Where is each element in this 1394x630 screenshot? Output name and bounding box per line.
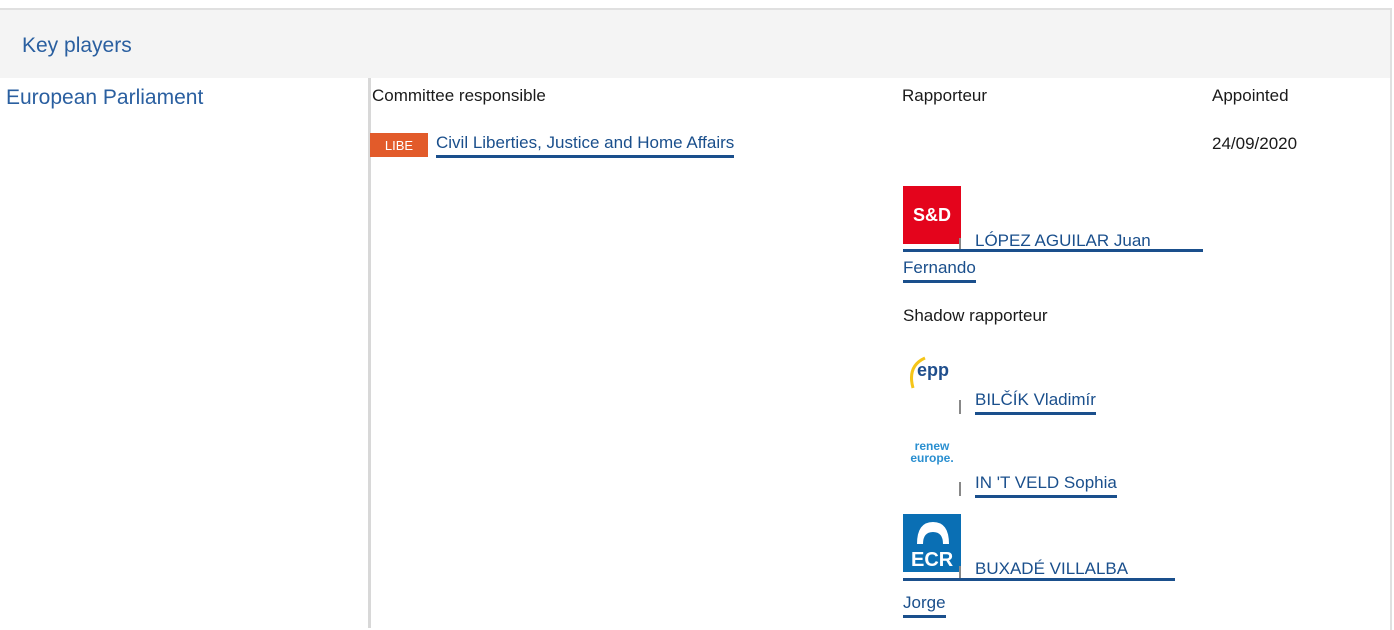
key-players-panel	[0, 8, 1392, 630]
logo-divider	[959, 482, 961, 496]
ecr-logo-text: ECR	[911, 549, 954, 571]
shadow-link-buxade-line2[interactable]: Jorge	[903, 593, 946, 618]
sd-group-logo: S&D	[903, 186, 961, 244]
shadow-link-in-t-veld[interactable]: IN 'T VELD Sophia	[975, 473, 1117, 498]
shadow-rapporteur-label: Shadow rapporteur	[903, 306, 1048, 325]
committee-link[interactable]: Civil Liberties, Justice and Home Affair…	[436, 133, 735, 158]
ecr-logo-icon: ECR	[911, 522, 954, 571]
renew-group-logo: renew europe.	[903, 430, 961, 488]
ecr-group-logo: ECR	[903, 514, 961, 572]
key-players-header: Key players	[0, 10, 1390, 78]
column-divider	[368, 78, 371, 628]
shadow-link-buxade-underline	[903, 578, 1175, 581]
renew-logo-line2: europe.	[910, 451, 954, 465]
epp-logo-text: epp	[917, 360, 949, 380]
rapporteur-link-underline	[903, 249, 1203, 252]
rapporteur-link-line2[interactable]: Fernando	[903, 258, 976, 283]
committee-code-badge: LIBE	[370, 133, 428, 157]
institution-label: European Parliament	[6, 86, 204, 109]
section-title: Key players	[22, 34, 132, 57]
rapporteur-column-header: Rapporteur	[902, 86, 988, 105]
shadow-link-buxade[interactable]: BUXADÉ VILLALBA	[975, 559, 1128, 578]
appointed-date: 24/09/2020	[1212, 134, 1298, 153]
appointed-column-header: Appointed	[1212, 86, 1289, 105]
committee-column-header: Committee responsible	[372, 86, 546, 105]
rapporteur-link[interactable]: LÓPEZ AGUILAR Juan	[975, 231, 1151, 250]
logo-divider	[959, 400, 961, 414]
epp-group-logo: epp	[903, 348, 961, 406]
shadow-link-bilcik[interactable]: BILČÍK Vladimír	[975, 390, 1096, 415]
epp-logo-icon: epp	[910, 356, 949, 389]
